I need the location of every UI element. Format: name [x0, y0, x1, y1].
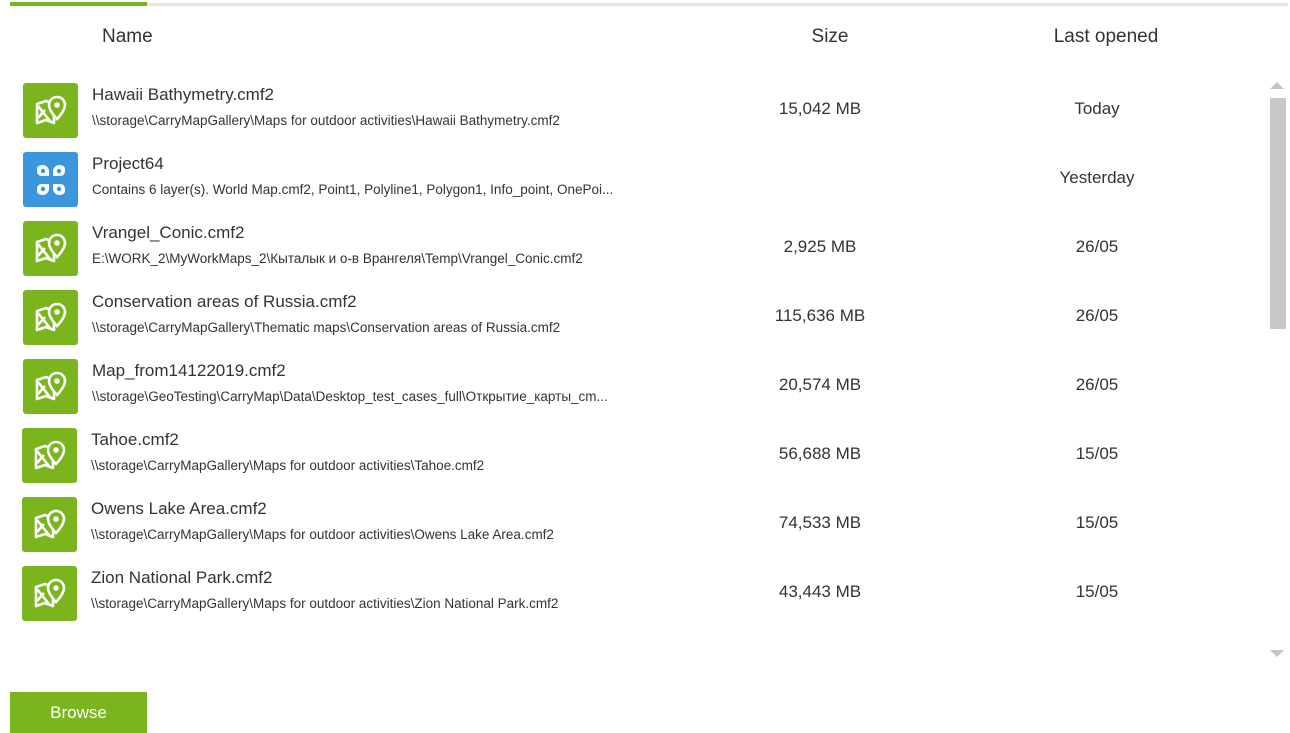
- file-path: E:\WORK_2\MyWorkMaps_2\Кыталык и о-в Вра…: [92, 251, 583, 266]
- file-title: Project64: [92, 154, 164, 173]
- file-path: \\storage\CarryMapGallery\Maps for outdo…: [92, 113, 560, 128]
- list-item[interactable]: Tahoe.cmf2 \\storage\CarryMapGallery\Map…: [0, 420, 1260, 486]
- last-opened: Yesterday: [1059, 168, 1135, 187]
- file-title: Conservation areas of Russia.cmf2: [92, 292, 357, 311]
- map-pin-icon: [23, 221, 78, 276]
- file-title: Zion National Park.cmf2: [91, 568, 273, 587]
- file-title: Tahoe.cmf2: [91, 430, 179, 449]
- map-pin-icon: [23, 290, 78, 345]
- last-opened: 26/05: [1075, 306, 1119, 325]
- list-item[interactable]: Map_from14122019.cmf2 \\storage\GeoTesti…: [0, 351, 1260, 417]
- file-size: 115,636 MB: [774, 306, 866, 325]
- list-item[interactable]: Hawaii Bathymetry.cmf2 \\storage\CarryMa…: [0, 75, 1260, 141]
- last-opened: 15/05: [1075, 513, 1119, 532]
- browse-button[interactable]: Browse: [10, 692, 147, 733]
- list-item[interactable]: Project64 Contains 6 layer(s). World Map…: [0, 144, 1260, 210]
- column-header-name[interactable]: Name: [102, 26, 153, 48]
- map-pin-icon: [23, 83, 78, 138]
- file-path: \\storage\CarryMapGallery\Maps for outdo…: [91, 596, 559, 611]
- file-size: 56,688 MB: [778, 444, 862, 463]
- file-title: Map_from14122019.cmf2: [92, 361, 286, 380]
- last-opened: 26/05: [1075, 375, 1119, 394]
- map-pin-icon: [22, 566, 77, 621]
- file-path: \\storage\GeoTesting\CarryMap\Data\Deskt…: [92, 389, 608, 404]
- project-icon: [23, 152, 78, 207]
- last-opened: 15/05: [1075, 582, 1119, 601]
- scroll-up-arrow-icon[interactable]: [1270, 82, 1284, 89]
- scrollbar-thumb[interactable]: [1270, 98, 1286, 329]
- list-item[interactable]: Zion National Park.cmf2 \\storage\CarryM…: [0, 558, 1260, 624]
- map-pin-icon: [22, 497, 77, 552]
- file-path: Contains 6 layer(s). World Map.cmf2, Poi…: [92, 182, 614, 197]
- recent-maps-page: Name Size Last opened Hawaii Bathymetry.…: [0, 0, 1290, 733]
- column-header-size[interactable]: Size: [790, 26, 870, 48]
- last-opened: 26/05: [1075, 237, 1119, 256]
- file-size: 15,042 MB: [778, 99, 862, 118]
- file-size: 74,533 MB: [778, 513, 862, 532]
- last-opened: 15/05: [1075, 444, 1119, 463]
- file-title: Vrangel_Conic.cmf2: [92, 223, 245, 242]
- file-size: 2,925 MB: [783, 237, 857, 256]
- map-pin-icon: [22, 428, 77, 483]
- tab-strip: [10, 3, 1288, 6]
- file-title: Owens Lake Area.cmf2: [91, 499, 267, 518]
- file-path: \\storage\CarryMapGallery\Maps for outdo…: [91, 458, 485, 473]
- list-item[interactable]: Vrangel_Conic.cmf2 E:\WORK_2\MyWorkMaps_…: [0, 213, 1260, 279]
- map-pin-icon: [23, 359, 78, 414]
- column-header: Name Size Last opened: [0, 26, 1290, 54]
- file-size: 43,443 MB: [778, 582, 862, 601]
- file-title: Hawaii Bathymetry.cmf2: [92, 85, 275, 104]
- list-item[interactable]: Conservation areas of Russia.cmf2 \\stor…: [0, 282, 1260, 348]
- list-item[interactable]: Owens Lake Area.cmf2 \\storage\CarryMapG…: [0, 489, 1260, 555]
- scroll-down-arrow-icon[interactable]: [1270, 650, 1284, 657]
- file-path: \\storage\CarryMapGallery\Maps for outdo…: [91, 527, 554, 542]
- last-opened: Today: [1074, 99, 1120, 118]
- recent-files-list: Hawaii Bathymetry.cmf2 \\storage\CarryMa…: [0, 75, 1260, 635]
- file-path: \\storage\CarryMapGallery\Thematic maps\…: [92, 320, 561, 335]
- file-size: 20,574 MB: [778, 375, 862, 394]
- active-tab-indicator[interactable]: [10, 2, 147, 6]
- column-header-last-opened[interactable]: Last opened: [1026, 26, 1186, 48]
